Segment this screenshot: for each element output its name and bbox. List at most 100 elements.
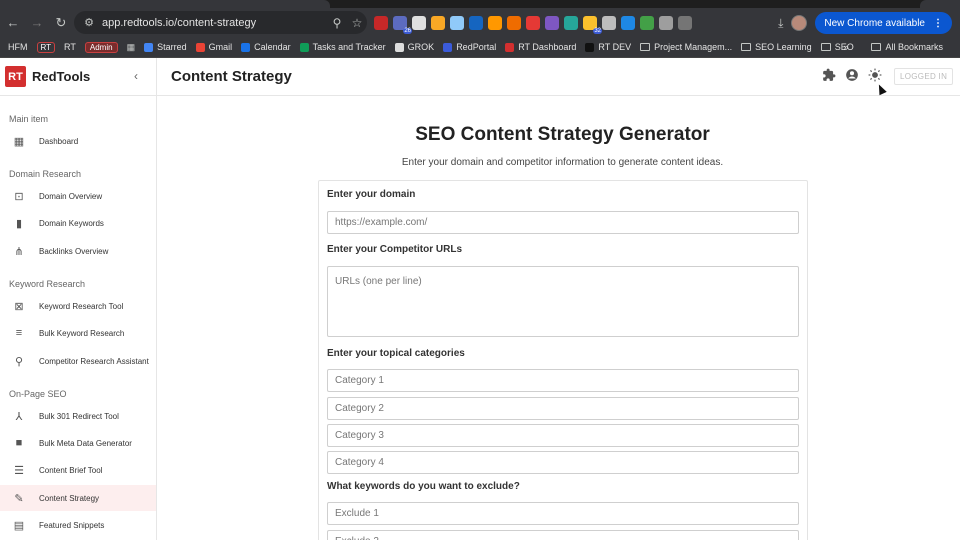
exclude-2-input[interactable]: [327, 530, 799, 540]
dashboard-icon: ▦: [13, 135, 25, 148]
bookmark-gmail[interactable]: Gmail: [195, 42, 233, 52]
bookmark-grok[interactable]: GROK: [394, 42, 435, 52]
ext-17-icon[interactable]: [678, 16, 692, 30]
sidebar-item-content-strategy[interactable]: ✎ Content Strategy: [0, 485, 156, 511]
bookmark-favicon-icon: [144, 42, 154, 52]
extension-puzzle-icon[interactable]: [822, 68, 836, 82]
ext-12-icon[interactable]: 32: [583, 16, 602, 34]
sidebar-item-keyword-research-tool[interactable]: ⊠ Keyword Research Tool: [0, 293, 156, 319]
bookmark-label: Gmail: [208, 42, 233, 52]
sidebar-item-backlinks-overview[interactable]: ⋔ Backlinks Overview: [0, 238, 156, 264]
sidebar-item-label: Content Strategy: [39, 493, 100, 503]
sidebar-item-featured-snippets[interactable]: ▤ Featured Snippets: [0, 512, 156, 538]
app-name: RedTools: [32, 69, 91, 84]
bookmark-label: Admin: [84, 41, 118, 53]
extension-badge: 26: [403, 28, 412, 34]
logged-in-badge: LOGGED IN: [894, 68, 954, 85]
bookmark-rt[interactable]: RT: [36, 41, 56, 53]
image-search-icon: ⊠: [14, 300, 24, 313]
address-bar[interactable]: ⚙ app.redtools.io/content-strategy ⚲ ☆: [74, 11, 367, 34]
category-1-input[interactable]: [327, 369, 799, 392]
reload-icon[interactable]: ↻: [50, 12, 72, 34]
sidebar-item-domain-keywords[interactable]: ▮ Domain Keywords: [0, 210, 156, 236]
bookmark-starred[interactable]: Starred: [144, 42, 187, 52]
category-2-input[interactable]: [327, 397, 799, 420]
sidebar-item-dashboard[interactable]: ▦ Dashboard: [0, 128, 156, 154]
pencil-icon: ✎: [14, 492, 24, 505]
sidebar-item-bulk-301-redirect-tool[interactable]: ⅄ Bulk 301 Redirect Tool: [0, 403, 156, 429]
profile-avatar[interactable]: [791, 15, 808, 31]
category-3-input[interactable]: [327, 424, 799, 447]
bookmark-favicon-icon: [299, 42, 309, 52]
domain-input[interactable]: [327, 211, 799, 234]
bookmark-redportal[interactable]: RedPortal: [443, 42, 496, 52]
ext-5-icon[interactable]: [450, 16, 464, 30]
camera-icon[interactable]: [602, 16, 616, 30]
site-info-icon[interactable]: ⚙: [80, 16, 98, 29]
bar-chart-icon: ▮: [15, 217, 23, 230]
amazon-icon[interactable]: [488, 16, 502, 30]
generator-subtitle: Enter your domain and competitor informa…: [401, 157, 724, 168]
folder-icon: [741, 43, 752, 51]
ext-9-icon[interactable]: [526, 16, 540, 30]
ext-6-icon[interactable]: [469, 16, 483, 30]
bookmark-label: GROK: [407, 42, 435, 52]
ext-16-icon[interactable]: [659, 16, 673, 30]
all-bookmarks-button[interactable]: All Bookmarks: [871, 42, 943, 52]
bookmark-star-icon[interactable]: ☆: [347, 16, 367, 30]
sidebar-section-heading: Keyword Research: [9, 279, 86, 289]
bookmark-favicon-icon: [394, 42, 404, 52]
ext-3-icon[interactable]: [412, 16, 426, 30]
bookmark-label: Tasks and Tracker: [312, 42, 386, 52]
exclude-1-input[interactable]: [327, 502, 799, 525]
sidebar-item-label: Bulk Meta Data Generator: [39, 438, 132, 448]
bookmarks-overflow-button[interactable]: »: [843, 42, 848, 52]
bookmark-hfm[interactable]: HFM: [8, 42, 28, 52]
sidebar-item-domain-overview[interactable]: ⊡ Domain Overview: [0, 183, 156, 209]
account-circle-icon[interactable]: [845, 68, 859, 82]
folder-icon: [640, 43, 651, 51]
url-text[interactable]: app.redtools.io/content-strategy: [102, 17, 327, 29]
bookmark-admin[interactable]: Admin: [84, 41, 118, 53]
bookmark-rt-dashboard[interactable]: RT Dashboard: [505, 42, 576, 52]
update-chrome-button[interactable]: New Chrome available ⋮: [815, 12, 952, 34]
bookmark-apps[interactable]: ▦: [127, 42, 136, 53]
bookmark-project-managem[interactable]: Project Managem...: [640, 42, 732, 52]
forward-icon[interactable]: →: [26, 12, 48, 34]
zoom-search-icon[interactable]: ⚲: [327, 16, 347, 30]
seo-ext-icon[interactable]: [374, 16, 388, 30]
ext-8-icon[interactable]: [507, 16, 521, 30]
bookmark-rt-dev[interactable]: RT DEV: [585, 42, 631, 52]
header-actions: [822, 68, 882, 82]
bookmark-favicon-icon: [195, 42, 205, 52]
sidebar-item-content-brief-tool[interactable]: ☰ Content Brief Tool: [0, 457, 156, 483]
sidebar-item-competitor-research-assistant[interactable]: ⚲ Competitor Research Assistant: [0, 348, 156, 374]
bookmark-rt[interactable]: RT: [64, 42, 76, 52]
sidebar-item-label: Backlinks Overview: [39, 246, 109, 256]
sidebar-item-bulk-keyword-research[interactable]: ≡ Bulk Keyword Research: [0, 320, 156, 346]
redtools-logo[interactable]: RT: [5, 66, 26, 87]
ext-2-icon[interactable]: 26: [393, 16, 412, 34]
theme-toggle-sun-icon[interactable]: [868, 68, 882, 82]
bookmark-calendar[interactable]: Calendar: [241, 42, 291, 52]
ext-14-icon[interactable]: [621, 16, 635, 30]
competitor-urls-textarea[interactable]: [327, 266, 799, 337]
bookmark-seo-learning[interactable]: SEO Learning: [741, 42, 812, 52]
ext-4-icon[interactable]: [431, 16, 445, 30]
grammarly-icon[interactable]: [564, 16, 578, 30]
ext-10-icon[interactable]: [545, 16, 559, 30]
bookmark-label: Project Managem...: [654, 42, 733, 52]
bookmark-label: HFM: [8, 42, 28, 52]
sidebar-item-label: Dashboard: [39, 136, 79, 146]
bookmark-tasks-and-tracker[interactable]: Tasks and Tracker: [299, 42, 386, 52]
bookmark-favicon-icon: [505, 42, 515, 52]
category-4-input[interactable]: [327, 451, 799, 474]
active-tab[interactable]: [0, 0, 330, 8]
downloads-icon[interactable]: ⤓: [778, 16, 783, 31]
ext-15-icon[interactable]: [640, 16, 654, 30]
update-chrome-label: New Chrome available: [824, 17, 925, 29]
folder-icon: [871, 43, 882, 51]
back-icon[interactable]: ←: [2, 12, 24, 34]
sidebar-item-bulk-meta-data-generator[interactable]: ■ Bulk Meta Data Generator: [0, 430, 156, 456]
collapse-sidebar-icon[interactable]: ‹: [134, 69, 138, 83]
